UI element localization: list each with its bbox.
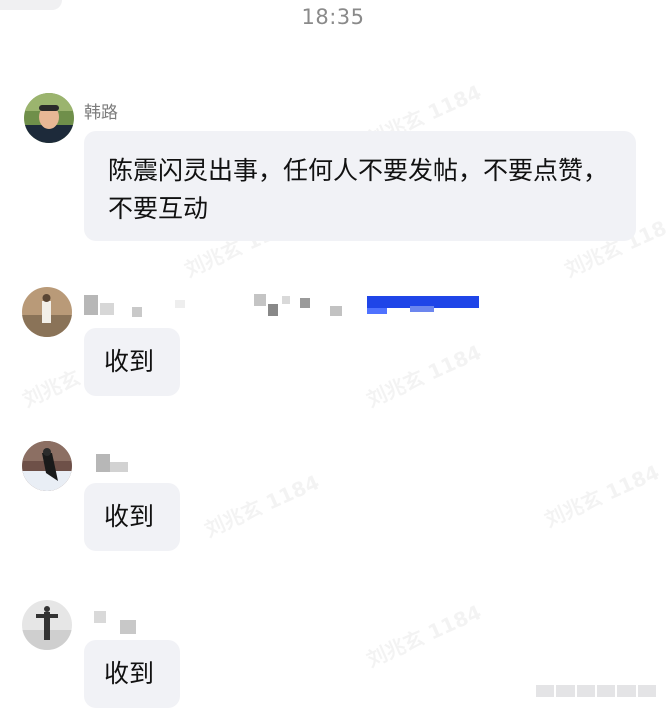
message-text: 收到	[104, 347, 155, 376]
message-text: 收到	[104, 502, 155, 531]
avatar-photo	[24, 93, 74, 143]
message-bubble[interactable]: 陈震闪灵出事，任何人不要发帖，不要点赞，不要互动	[84, 131, 636, 241]
avatar[interactable]	[22, 600, 72, 650]
chat-screen: 18:35 刘兆玄 1184 刘兆玄 1184 刘兆玄 1184 刘兆玄 118…	[0, 0, 666, 709]
message-text: 收到	[104, 659, 155, 688]
avatar[interactable]	[22, 287, 72, 337]
watermark: 刘兆玄 1184	[199, 466, 323, 542]
avatar-photo	[22, 287, 72, 337]
message-text: 陈震闪灵出事，任何人不要发帖，不要点赞，不要互动	[108, 156, 609, 223]
message-bubble[interactable]: 收到	[84, 483, 180, 551]
message-bubble[interactable]: 收到	[84, 640, 180, 708]
watermark: 刘兆玄 1184	[361, 336, 485, 412]
watermark: 刘兆玄 1184	[539, 456, 663, 532]
redacted-bar	[536, 685, 656, 697]
avatar[interactable]	[24, 93, 74, 143]
avatar-photo	[22, 441, 72, 491]
message-timestamp: 18:35	[301, 5, 365, 29]
avatar-photo	[22, 600, 72, 650]
sender-name: 韩路	[84, 103, 118, 123]
message-bubble[interactable]: 收到	[84, 328, 180, 396]
avatar[interactable]	[22, 441, 72, 491]
watermark: 刘兆玄 1184	[361, 596, 485, 672]
